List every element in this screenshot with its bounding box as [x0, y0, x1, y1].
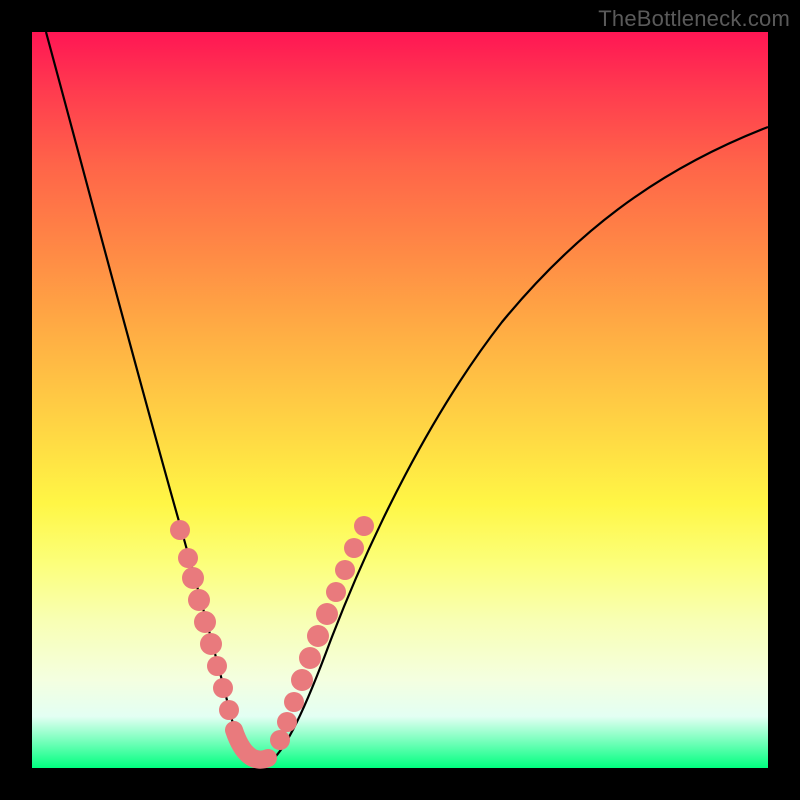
- marker-dot: [170, 520, 190, 540]
- marker-dot: [307, 625, 329, 647]
- marker-dot: [200, 633, 222, 655]
- bottleneck-curve: [46, 32, 768, 765]
- marker-dot: [316, 603, 338, 625]
- marker-dot: [207, 656, 227, 676]
- marker-dot: [182, 567, 204, 589]
- plot-area: [32, 32, 768, 768]
- marker-dot: [219, 700, 239, 720]
- marker-dot: [194, 611, 216, 633]
- marker-dot: [354, 516, 374, 536]
- marker-dot: [291, 669, 313, 691]
- marker-dot: [188, 589, 210, 611]
- marker-dot: [335, 560, 355, 580]
- figure-canvas: TheBottleneck.com: [0, 0, 800, 800]
- marker-dot: [178, 548, 198, 568]
- chart-svg: [32, 32, 768, 768]
- valley-highlight: [234, 730, 268, 760]
- marker-dot: [284, 692, 304, 712]
- marker-dot: [344, 538, 364, 558]
- watermark-text: TheBottleneck.com: [598, 6, 790, 32]
- marker-dot: [270, 730, 290, 750]
- marker-dot: [326, 582, 346, 602]
- marker-dot: [299, 647, 321, 669]
- marker-dot: [213, 678, 233, 698]
- marker-dot: [277, 712, 297, 732]
